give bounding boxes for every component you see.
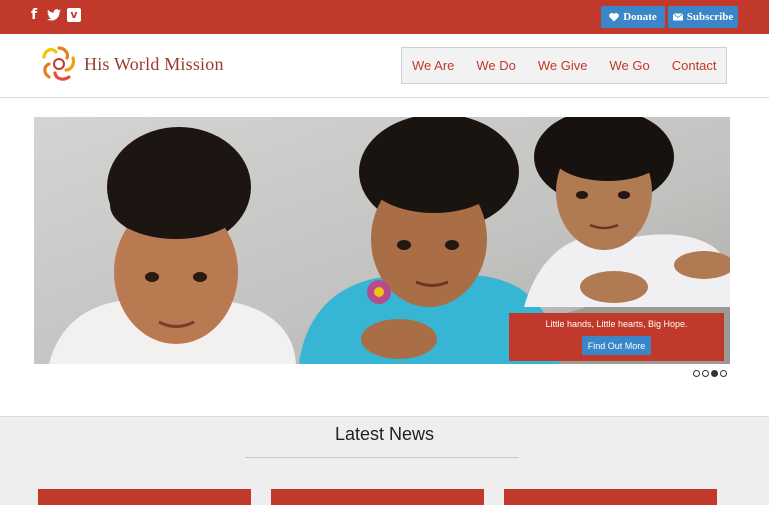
donate-label: Donate <box>623 11 657 23</box>
facebook-icon[interactable]: f <box>27 7 41 23</box>
latest-news-title: Latest News <box>334 424 435 444</box>
nav-item-we-go[interactable]: We Go <box>599 58 661 73</box>
main-nav: We Are We Do We Give We Go Contact <box>401 47 727 84</box>
nav-item-we-give[interactable]: We Give <box>527 58 599 73</box>
subscribe-label: Subscribe <box>686 11 734 23</box>
news-card[interactable] <box>271 489 484 505</box>
slider-dot-2[interactable] <box>702 370 709 377</box>
find-out-more-button[interactable]: Find Out More <box>582 336 651 355</box>
social-links: f v <box>27 7 81 23</box>
slider-pagination <box>693 370 727 377</box>
divider <box>245 457 519 458</box>
nav-item-we-are[interactable]: We Are <box>402 58 465 73</box>
latest-news-section: Latest News <box>0 416 769 505</box>
hero-caption-text: Little hands, Little hearts, Big Hope. <box>545 319 688 329</box>
slider-dot-3[interactable] <box>711 370 718 377</box>
twitter-icon[interactable] <box>47 7 61 23</box>
slider-dot-1[interactable] <box>693 370 700 377</box>
top-bar: f v Donate Subscribe <box>0 0 769 34</box>
slider-dot-4[interactable] <box>720 370 727 377</box>
news-card[interactable] <box>504 489 717 505</box>
logo-text: His World Mission <box>84 53 224 74</box>
hero-caption-box: Little hands, Little hearts, Big Hope. F… <box>509 313 724 361</box>
news-card[interactable] <box>38 489 251 505</box>
nav-item-contact[interactable]: Contact <box>661 58 728 73</box>
site-logo[interactable]: His World Mission <box>38 42 224 86</box>
subscribe-button[interactable]: Subscribe <box>668 6 738 28</box>
site-header: His World Mission We Are We Do We Give W… <box>0 34 769 98</box>
envelope-icon <box>672 13 683 21</box>
vimeo-icon[interactable]: v <box>67 8 81 22</box>
heart-icon <box>609 12 619 22</box>
logo-sun-icon <box>42 46 76 81</box>
donate-button[interactable]: Donate <box>601 6 665 28</box>
nav-item-we-do[interactable]: We Do <box>465 58 527 73</box>
